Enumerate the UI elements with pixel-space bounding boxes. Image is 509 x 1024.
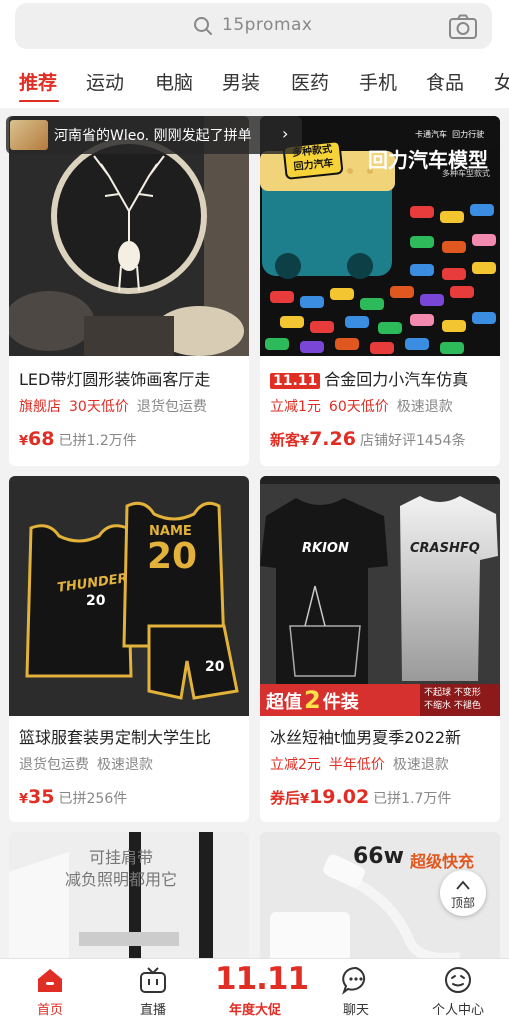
tab-women[interactable]: 女 [494,68,509,95]
tab-sports[interactable]: 运动 [86,68,124,95]
review-count: 店铺好评1454条 [359,433,466,449]
active-tab-indicator [19,100,59,102]
chevron-right-icon: › [282,124,289,143]
nav-profile[interactable]: 个人中心 [418,959,498,1024]
feature-list: 不起球 不变形 不缩水 不褪色 [424,688,481,711]
value-banner: 超值2 件装 [266,686,359,714]
product-image: THUNDER 20 NAME 20 20 [9,476,249,716]
product-card[interactable]: THUNDER 20 NAME 20 20 篮球服套装男定制大学生比 退货包运费… [9,476,249,822]
tag-fast-refund: 极速退款 [97,757,153,773]
shirt-print-b: CRASHFQ [410,541,480,556]
image-fast-charge: 超级快充 [410,852,475,871]
tag-fast-refund: 极速退款 [392,757,449,773]
tab-menswear[interactable]: 男装 [222,68,260,95]
search-input[interactable]: 15promax [222,15,312,35]
tag-discount: 立减1元 [270,399,321,415]
price-prefix: 券后 [270,789,301,807]
shorts-number: 20 [205,659,225,675]
image-watt: 66w [353,844,404,869]
jersey-number: 20 [147,536,198,577]
product-card[interactable]: LED带灯圆形装饰画客厅走 旗舰店 30天低价 退货包运费 ¥68 已拼1.2万件 [9,116,249,466]
product-tags: 立减2元 半年低价 极速退款 [270,754,457,774]
price-prefix: 新客 [270,431,301,449]
camera-icon[interactable] [448,14,478,40]
product-title: 冰丝短袖t恤男夏季2022新 [270,728,461,747]
tab-computer[interactable]: 电脑 [155,68,193,95]
tab-food[interactable]: 食品 [426,68,464,95]
tag-return-shipping: 退货包运费 [19,757,89,773]
price-line: 新客¥7.26 店铺好评1454条 [270,428,466,450]
product-title: 篮球服套装男定制大学生比 [19,728,212,747]
product-tags: 退货包运费 极速退款 [19,754,161,774]
chat-icon [342,966,366,995]
tag-fast-refund: 极速退款 [396,399,453,415]
bottom-navigation: 首页 直播 11.11 年度大促 聊天 个人中心 [0,958,509,1024]
category-tabs: 推荐 运动 电脑 男装 医药 手机 食品 女 [0,62,509,102]
image-text-line1: 可挂肩带 [89,848,154,867]
sold-count: 已拼1.2万件 [58,433,137,449]
sold-count: 已拼256件 [58,791,128,807]
toast-message: 河南省的Wleo. 刚刚发起了拼单 [54,128,252,144]
group-buy-toast[interactable]: 河南省的Wleo. 刚刚发起了拼单 › [6,116,302,154]
tag-low-price: 60天低价 [328,399,389,415]
tag-return-shipping: 退货包运费 [136,399,207,415]
product-image: RKION CRASHFQ 超值2 件装 不起球 不变形 不缩水 不褪色 [260,476,500,716]
product-card[interactable]: RKION CRASHFQ 超值2 件装 不起球 不变形 不缩水 不褪色 冰丝短袖… [260,476,500,822]
sold-count: 已拼1.7万件 [373,791,452,807]
image-subtitle: 多种车型款式 [442,169,490,178]
avatar [10,120,48,150]
home-icon [38,969,62,992]
price: ¥68 [19,428,55,450]
tag-discount: 立减2元 [270,757,321,773]
tab-recommend[interactable]: 推荐 [19,68,57,95]
price: ¥35 [19,786,55,808]
price: ¥7.26 [300,428,356,450]
promo-1111-logo: 11.11 [215,961,309,997]
product-tags: 立减1元 60天低价 极速退款 [270,396,461,416]
tab-medicine[interactable]: 医药 [291,68,329,95]
product-card[interactable]: 多种款式 回力汽车 卡通汽车 回力行驶 回力汽车模型 多种车型款式 11.11 合金… [260,116,500,466]
feature-labels: 卡通汽车 回力行驶 [415,130,485,139]
price: ¥19.02 [300,786,370,808]
product-title: 11.11 合金回力小汽车仿真 [270,366,495,390]
tag-low-price: 半年低价 [328,757,385,773]
product-image: 可挂肩带 减负照明都用它 [9,832,249,972]
product-title: LED带灯圆形装饰画客厅走 [19,370,211,389]
back-to-top-button[interactable]: 顶部 [440,870,486,916]
search-bar[interactable]: 15promax [15,3,492,49]
top-header: 15promax 推荐 运动 电脑 男装 医药 手机 食品 女 [0,0,509,108]
shirt-print-a: RKION [302,541,349,556]
chevron-up-icon [456,880,470,890]
back-to-top-label: 顶部 [450,896,475,910]
tag-flagship: 旗舰店 [19,399,61,415]
product-card[interactable]: 可挂肩带 减负照明都用它 [9,832,249,972]
tv-icon [140,967,166,993]
price-line: 券后¥19.02 已拼1.7万件 [270,786,451,808]
product-tags: 旗舰店 30天低价 退货包运费 [19,396,215,416]
tab-phone[interactable]: 手机 [359,68,397,95]
nav-live[interactable]: 直播 [113,959,193,1024]
price-line: ¥68 已拼1.2万件 [19,428,137,450]
profile-icon [445,967,471,993]
nav-chat[interactable]: 聊天 [316,959,396,1024]
nav-promo[interactable]: 11.11 年度大促 [215,959,309,1024]
nav-home[interactable]: 首页 [10,959,90,1024]
image-text-line2: 减负照明都用它 [65,870,178,889]
tag-low-price: 30天低价 [69,399,129,415]
price-line: ¥35 已拼256件 [19,786,127,808]
badge-1111: 11.11 [270,373,321,389]
jersey-number-small: 20 [86,593,106,609]
search-icon [194,17,212,35]
